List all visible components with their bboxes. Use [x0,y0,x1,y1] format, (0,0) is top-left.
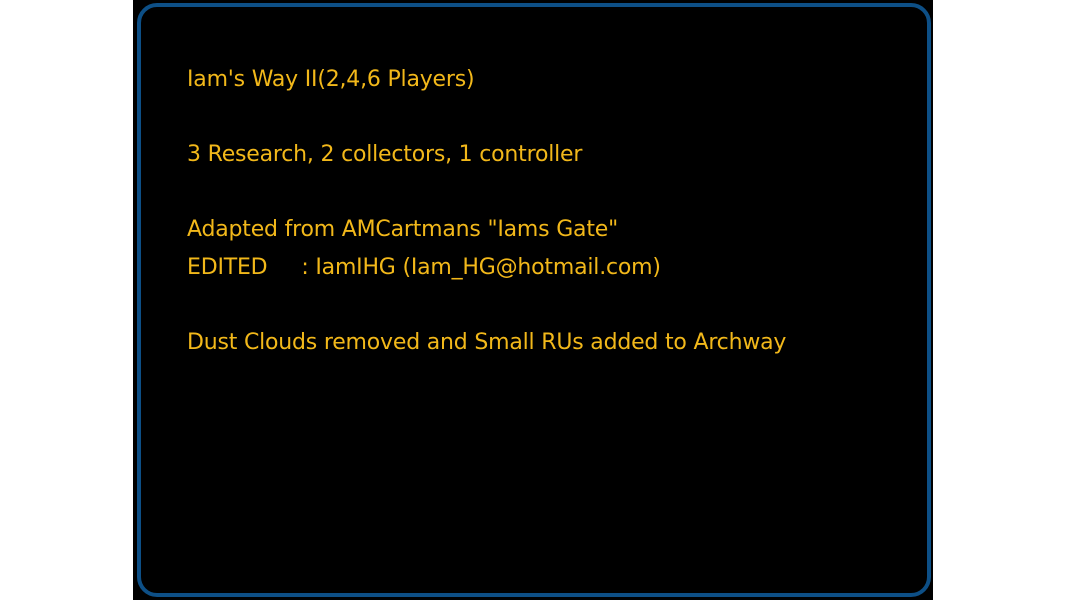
map-info-screen: Iam's Way II(2,4,6 Players) 3 Research, … [133,0,933,600]
map-title: Iam's Way II(2,4,6 Players) [187,67,475,92]
change-note: Dust Clouds removed and Small RUs added … [187,329,787,355]
starting-units: 3 Research, 2 collectors, 1 controller [187,142,583,167]
adapted-from: Adapted from AMCartmans "Iams Gate" [187,217,619,242]
info-panel: Iam's Way II(2,4,6 Players) 3 Research, … [137,3,931,597]
map-description: Iam's Way II(2,4,6 Players) 3 Research, … [187,61,887,361]
edited-by: EDITED : IamIHG (Iam_HG@hotmail.com) [187,254,661,280]
